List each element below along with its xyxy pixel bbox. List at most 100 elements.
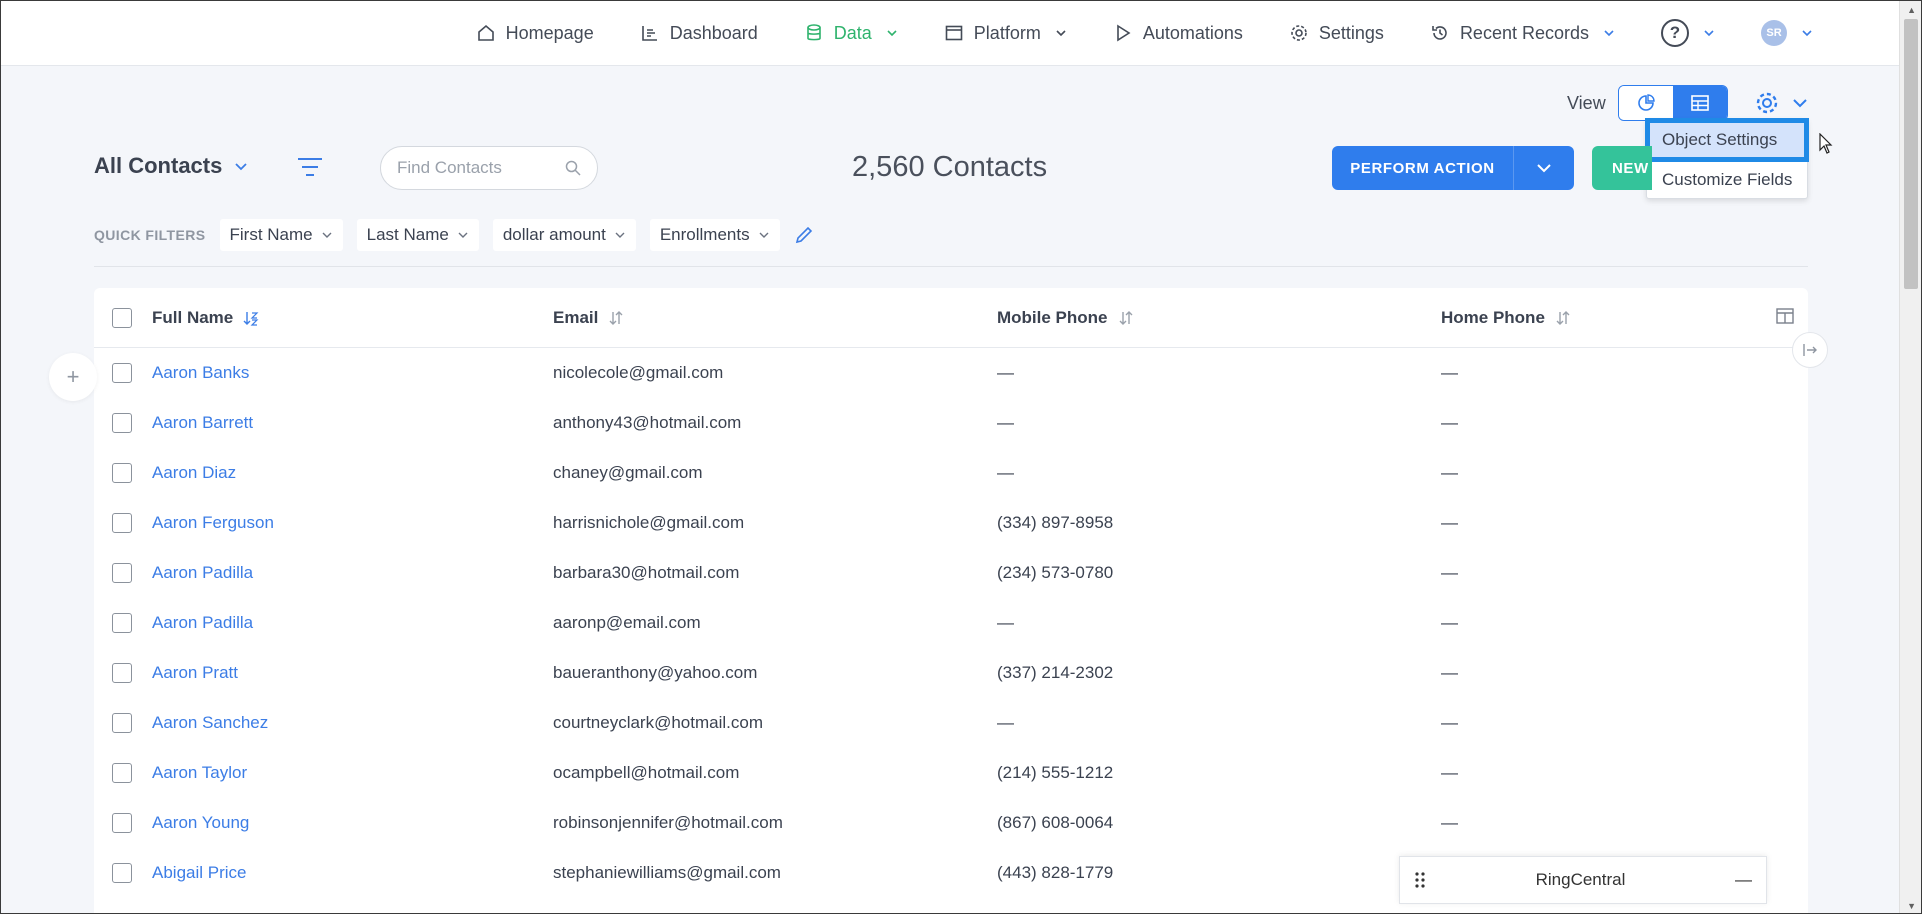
nav-automations-label: Automations: [1142, 22, 1243, 43]
nav-user-menu[interactable]: SR: [1761, 20, 1813, 46]
row-checkbox[interactable]: [112, 713, 132, 733]
expand-panel-button[interactable]: [1792, 332, 1828, 368]
quick-filter-label: dollar amount: [502, 225, 606, 244]
column-header-label: Mobile Phone: [997, 307, 1108, 327]
sort-icon: [1119, 310, 1132, 325]
contact-name-link[interactable]: Aaron Ferguson: [152, 513, 274, 533]
add-record-button[interactable]: +: [49, 353, 97, 401]
perform-action-dropdown[interactable]: [1514, 146, 1574, 190]
row-checkbox[interactable]: [112, 863, 132, 883]
sort-az-icon: [243, 311, 259, 326]
select-all-checkbox[interactable]: [112, 307, 132, 328]
quick-filter-first-name[interactable]: First Name: [219, 219, 343, 251]
database-icon: [804, 23, 824, 43]
quick-filter-last-name[interactable]: Last Name: [356, 219, 479, 251]
ringcentral-widget[interactable]: RingCentral —: [1399, 856, 1767, 904]
object-settings-toggle[interactable]: [1754, 90, 1808, 116]
contact-name-link[interactable]: Aaron Padilla: [152, 613, 253, 633]
home-phone-cell: —: [1441, 713, 1458, 732]
nav-platform[interactable]: Platform: [944, 23, 1067, 44]
row-checkbox[interactable]: [112, 513, 132, 533]
contact-name-link[interactable]: Aaron Banks: [152, 363, 249, 383]
chevron-down-icon: [1604, 30, 1614, 37]
row-checkbox[interactable]: [112, 663, 132, 683]
vertical-scrollbar[interactable]: ▲ ▼: [1899, 1, 1921, 913]
column-header-mobile-phone[interactable]: Mobile Phone: [997, 308, 1134, 328]
perform-action-button[interactable]: PERFORM ACTION: [1332, 146, 1574, 190]
nav-automations[interactable]: Automations: [1113, 23, 1243, 44]
menu-item-object-settings[interactable]: Object Settings: [1645, 118, 1809, 162]
scroll-up-icon[interactable]: ▲: [1907, 5, 1916, 15]
filter-icon[interactable]: [297, 156, 323, 178]
quick-filter-label: First Name: [229, 225, 313, 244]
menu-item-customize-fields[interactable]: Customize Fields: [1647, 160, 1807, 200]
contact-name-link[interactable]: Abigail Price: [152, 863, 247, 883]
home-phone-cell: —: [1441, 413, 1458, 432]
nav-dashboard[interactable]: Dashboard: [640, 23, 758, 44]
search-input[interactable]: Find Contacts: [380, 146, 598, 190]
quick-filter-enrollments[interactable]: Enrollments: [649, 219, 780, 251]
table-row: Aaron Banks nicolecole@gmail.com — —: [94, 348, 1808, 398]
mobile-phone-cell: —: [997, 413, 1014, 432]
row-checkbox[interactable]: [112, 613, 132, 633]
contact-name-link[interactable]: Aaron Padilla: [152, 563, 253, 583]
row-checkbox[interactable]: [112, 363, 132, 383]
column-header-full-name[interactable]: Full Name: [152, 308, 259, 328]
table-row: Aaron Padilla barbara30@hotmail.com (234…: [94, 548, 1808, 598]
column-header-email[interactable]: Email: [553, 308, 624, 328]
drag-handle-icon[interactable]: [1414, 871, 1426, 889]
table-row: Aaron Sanchez courtneyclark@hotmail.com …: [94, 698, 1808, 748]
nav-settings[interactable]: Settings: [1289, 23, 1384, 44]
nav-help[interactable]: ?: [1661, 19, 1715, 47]
table-row: Aaron Taylor ocampbell@hotmail.com (214)…: [94, 748, 1808, 798]
home-phone-cell: —: [1441, 763, 1458, 782]
minimize-button[interactable]: —: [1735, 870, 1752, 890]
nav-settings-label: Settings: [1318, 22, 1384, 43]
row-checkbox[interactable]: [112, 813, 132, 833]
list-selector[interactable]: All Contacts: [94, 153, 248, 179]
chevron-down-icon: [1056, 30, 1066, 37]
chevron-down-icon: [887, 30, 897, 37]
columns-icon[interactable]: [1776, 308, 1794, 324]
chevron-down-icon: [322, 232, 332, 238]
table-row: Aaron Ferguson harrisnichole@gmail.com (…: [94, 498, 1808, 548]
dashboard-icon: [640, 23, 660, 43]
nav-homepage-label: Homepage: [505, 22, 594, 43]
perform-action-label: PERFORM ACTION: [1332, 146, 1514, 190]
email-cell: courtneyclark@hotmail.com: [553, 713, 763, 732]
new-button[interactable]: NEW: [1592, 146, 1652, 190]
row-checkbox[interactable]: [112, 463, 132, 483]
column-header-home-phone[interactable]: Home Phone: [1441, 308, 1571, 328]
contact-name-link[interactable]: Aaron Barrett: [152, 413, 253, 433]
contact-name-link[interactable]: Aaron Pratt: [152, 663, 238, 683]
contact-name-link[interactable]: Aaron Taylor: [152, 763, 247, 783]
row-checkbox[interactable]: [112, 413, 132, 433]
avatar: SR: [1761, 20, 1787, 46]
nav-recent-records[interactable]: Recent Records: [1430, 23, 1615, 44]
home-phone-cell: —: [1441, 363, 1458, 382]
chart-view-button[interactable]: [1618, 86, 1673, 120]
quick-filters: QUICK FILTERS First Name Last Name dolla…: [94, 219, 814, 251]
home-phone-cell: —: [1441, 513, 1458, 532]
table-view-button[interactable]: [1672, 86, 1727, 120]
contact-name-link[interactable]: Aaron Young: [152, 813, 249, 833]
row-checkbox[interactable]: [112, 563, 132, 583]
nav-homepage[interactable]: Homepage: [476, 23, 594, 44]
pie-chart-icon: [1637, 94, 1655, 111]
help-icon: ?: [1661, 19, 1689, 47]
pencil-icon[interactable]: [794, 225, 814, 245]
scroll-down-icon[interactable]: ▼: [1907, 901, 1916, 911]
mouse-cursor-icon: [1819, 133, 1833, 154]
email-cell: chaney@gmail.com: [553, 463, 703, 482]
email-cell: baueranthony@yahoo.com: [553, 663, 758, 682]
search-icon: [565, 160, 581, 176]
chevron-down-icon: [759, 232, 769, 238]
contact-name-link[interactable]: Aaron Sanchez: [152, 713, 268, 733]
home-icon: [476, 23, 496, 43]
row-checkbox[interactable]: [112, 763, 132, 783]
contact-name-link[interactable]: Aaron Diaz: [152, 463, 236, 483]
scroll-thumb[interactable]: [1904, 19, 1918, 289]
quick-filter-dollar-amount[interactable]: dollar amount: [492, 219, 636, 251]
nav-data[interactable]: Data: [804, 23, 898, 44]
nav-data-label: Data: [833, 22, 872, 43]
